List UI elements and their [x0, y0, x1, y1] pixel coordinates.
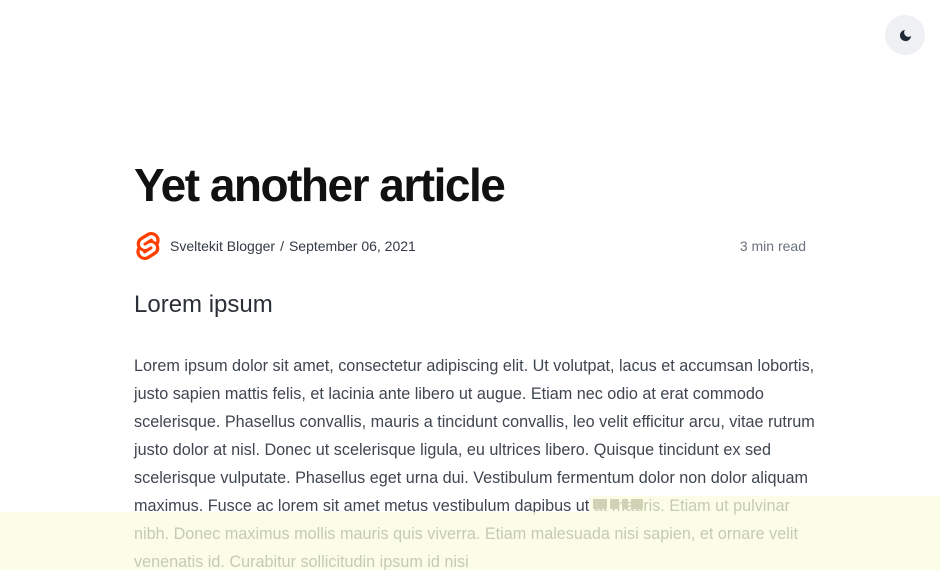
banner-glyph — [593, 497, 651, 511]
moon-icon — [898, 28, 913, 43]
page: Yet another article Sveltekit Blogger / … — [0, 0, 940, 570]
article-title: Yet another article — [134, 159, 506, 211]
theme-toggle-button[interactable] — [885, 15, 925, 55]
svelte-logo-icon — [134, 232, 162, 260]
read-time: 3 min read — [739, 238, 806, 254]
publish-date: September 06, 2021 — [288, 238, 416, 254]
section-heading: Lorem ipsum — [134, 291, 273, 318]
bottom-banner-overlay — [0, 512, 940, 570]
article-meta: Sveltekit Blogger / September 06, 2021 3… — [134, 231, 806, 261]
author-name: Sveltekit Blogger — [170, 238, 276, 254]
meta-separator: / — [280, 238, 284, 254]
